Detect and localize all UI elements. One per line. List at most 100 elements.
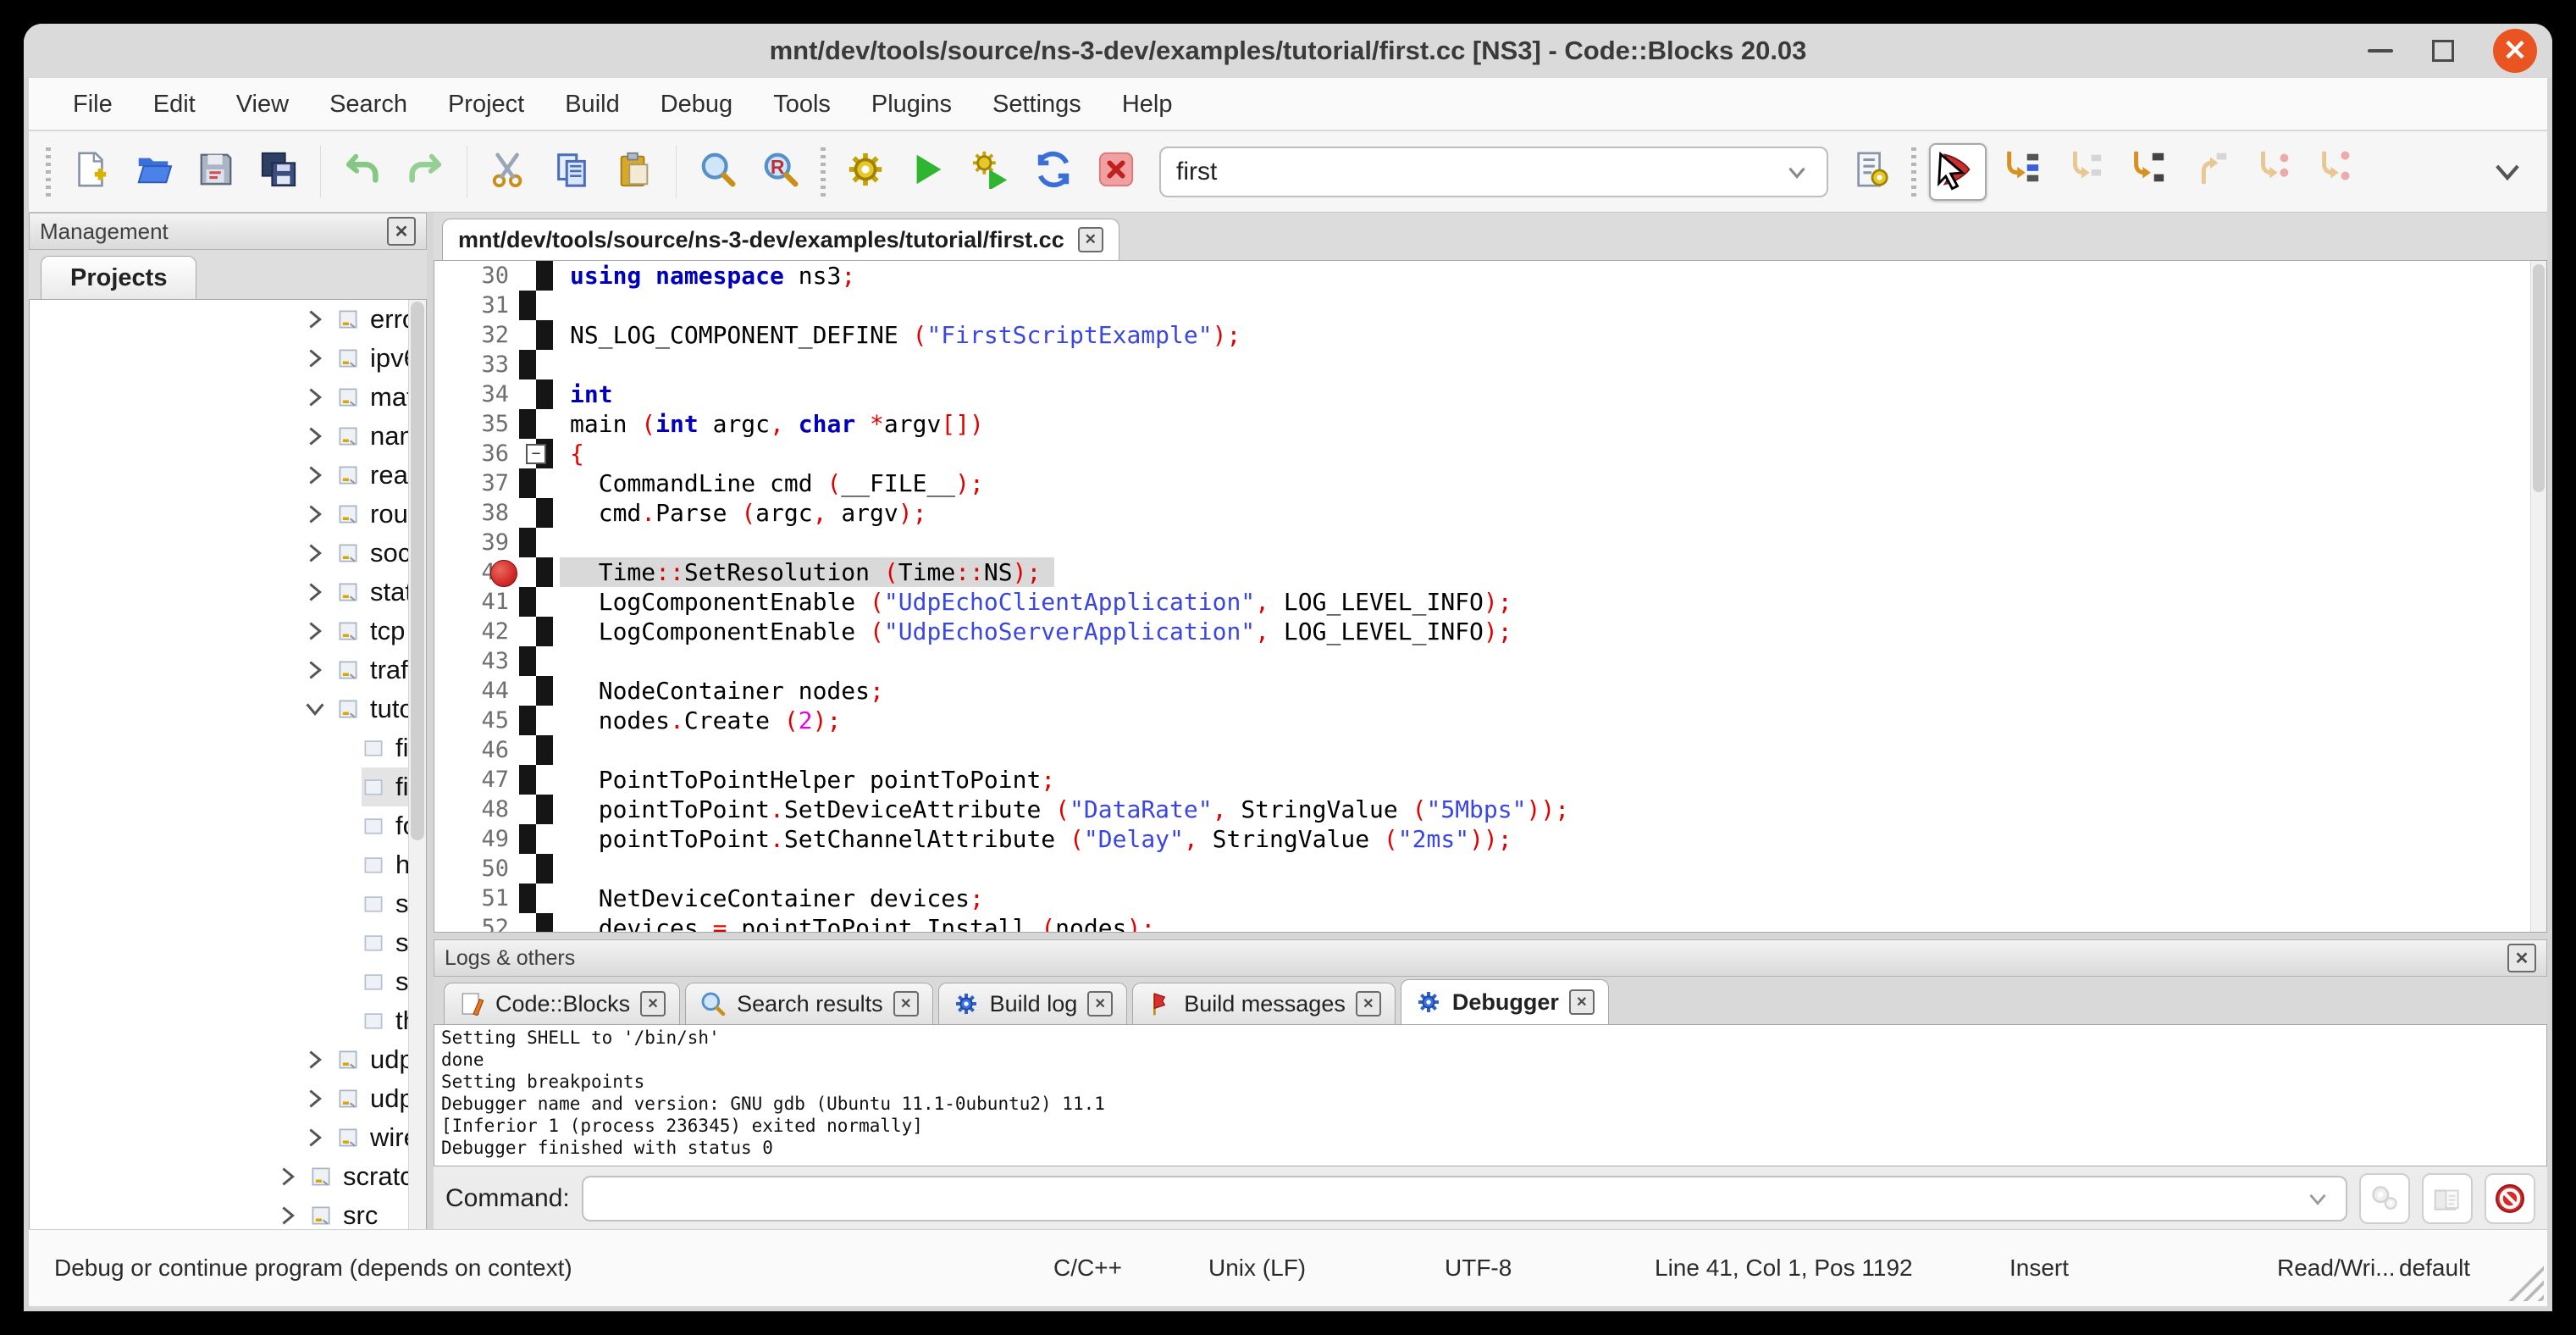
copy-button[interactable] (544, 145, 599, 199)
vertical-splitter[interactable] (427, 213, 434, 1230)
menu-file[interactable]: File (53, 80, 133, 128)
line-number[interactable]: 32 (434, 320, 509, 350)
find-button[interactable] (691, 145, 745, 199)
code-line-50[interactable]: 50 (434, 854, 2546, 884)
chevron-right-icon[interactable] (302, 346, 328, 371)
code-editor[interactable]: 30using namespace ns3;3132NS_LOG_COMPONE… (434, 260, 2547, 933)
tab-close-icon[interactable]: ✕ (893, 991, 919, 1016)
minimize-button[interactable] (2368, 49, 2393, 53)
chevron-right-icon[interactable] (302, 424, 328, 449)
resize-grip[interactable] (2500, 1257, 2544, 1301)
tree-item-src[interactable]: src (30, 1196, 426, 1230)
code-line-41[interactable]: 41 LogComponentEnable ("UdpEchoClientApp… (434, 587, 2546, 617)
tree-item-fir[interactable]: fir (30, 767, 426, 806)
line-number[interactable]: 39 (434, 528, 509, 557)
line-number[interactable]: 33 (434, 350, 509, 379)
step-into-instruction-button[interactable] (2308, 143, 2363, 197)
logs-close-icon[interactable]: ✕ (2507, 944, 2536, 972)
chevron-right-icon[interactable] (302, 307, 328, 332)
step-into-button[interactable] (2120, 143, 2175, 197)
debug-continue-button[interactable] (1929, 143, 1987, 201)
cut-button[interactable] (482, 145, 536, 199)
code-line-44[interactable]: 44 NodeContainer nodes; (434, 676, 2546, 706)
chevron-right-icon[interactable] (302, 540, 328, 566)
menu-tools[interactable]: Tools (753, 80, 851, 128)
tree-item-th[interactable]: th (30, 1001, 426, 1040)
menu-search[interactable]: Search (309, 80, 428, 128)
code-line-43[interactable]: 43 (434, 646, 2546, 676)
chevron-right-icon[interactable] (275, 1203, 301, 1228)
tree-item-erro[interactable]: erro (30, 300, 426, 339)
code-line-33[interactable]: 33 (434, 350, 2546, 379)
tree-item-reall[interactable]: reall (30, 456, 426, 495)
chevron-right-icon[interactable] (302, 657, 328, 683)
toolbar-grip[interactable] (1911, 147, 1916, 197)
code-line-37[interactable]: 37 CommandLine cmd (__FILE__); (434, 468, 2546, 498)
tree-item-se[interactable]: se (30, 884, 426, 923)
tree-item-fo[interactable]: fo (30, 806, 426, 845)
code-line-32[interactable]: 32NS_LOG_COMPONENT_DEFINE ("FirstScriptE… (434, 320, 2546, 350)
tree-item-fif[interactable]: fif (30, 728, 426, 767)
line-number[interactable]: 47 (434, 765, 509, 795)
command-input[interactable] (582, 1176, 2347, 1221)
code-line-51[interactable]: 51 NetDeviceContainer devices; (434, 884, 2546, 913)
chevron-right-icon[interactable] (302, 1047, 328, 1072)
log-tab-search-results[interactable]: Search results✕ (685, 983, 933, 1024)
build-button[interactable] (838, 145, 893, 199)
tree-item-mat[interactable]: mat (30, 378, 426, 417)
line-number[interactable]: 37 (434, 468, 509, 498)
editor-tab-first-cc[interactable]: mnt/dev/tools/source/ns-3-dev/examples/t… (442, 219, 1119, 260)
code-line-39[interactable]: 39 (434, 528, 2546, 557)
log-tab-debugger[interactable]: Debugger✕ (1401, 979, 1609, 1024)
code-line-40[interactable]: 40 Time::SetResolution (Time::NS); (434, 557, 2546, 587)
menu-plugins[interactable]: Plugins (851, 80, 972, 128)
line-number[interactable]: 51 (434, 884, 509, 913)
tree-scrollbar[interactable] (408, 300, 426, 1229)
code-line-36[interactable]: 36{ (434, 439, 2546, 468)
code-line-45[interactable]: 45 nodes.Create (2); (434, 706, 2546, 735)
step-out-button[interactable] (2183, 143, 2237, 197)
tab-close-icon[interactable]: ✕ (1569, 989, 1595, 1015)
next-instruction-button[interactable] (2246, 143, 2300, 197)
tree-item-wire[interactable]: wire (30, 1118, 426, 1157)
line-number[interactable]: 41 (434, 587, 509, 617)
code-line-47[interactable]: 47 PointToPointHelper pointToPoint; (434, 765, 2546, 795)
menu-build[interactable]: Build (544, 80, 640, 128)
code-line-46[interactable]: 46 (434, 735, 2546, 765)
tree-item-se[interactable]: se (30, 923, 426, 962)
tree-item-six[interactable]: six (30, 962, 426, 1001)
code-line-48[interactable]: 48 pointToPoint.SetDeviceAttribute ("Dat… (434, 795, 2546, 824)
toolbar-grip[interactable] (46, 147, 51, 197)
chevron-down-icon[interactable] (302, 696, 328, 722)
chevron-right-icon[interactable] (302, 579, 328, 605)
tree-item-tcp[interactable]: tcp (30, 612, 426, 651)
line-number[interactable]: 49 (434, 824, 509, 854)
chevron-right-icon[interactable] (302, 385, 328, 410)
code-line-34[interactable]: 34int (434, 379, 2546, 409)
chevron-right-icon[interactable] (302, 463, 328, 488)
copy-log-button[interactable] (2422, 1173, 2473, 1224)
editor-scrollbar[interactable] (2530, 261, 2546, 932)
line-number[interactable]: 34 (434, 379, 509, 409)
new-file-button[interactable] (64, 145, 118, 199)
editor-tab-close-icon[interactable]: ✕ (1078, 227, 1103, 252)
tab-close-icon[interactable]: ✕ (1087, 991, 1113, 1016)
log-tab-build-messages[interactable]: Build messages✕ (1132, 983, 1396, 1024)
select-target-button[interactable] (1844, 145, 1899, 199)
chevron-right-icon[interactable] (302, 1086, 328, 1111)
breakpoint-icon[interactable] (490, 560, 517, 587)
tree-item-udp-[interactable]: udp- (30, 1079, 426, 1118)
code-line-31[interactable]: 31 (434, 291, 2546, 320)
replace-button[interactable]: R (754, 145, 808, 199)
chevron-right-icon[interactable] (302, 1125, 328, 1150)
chevron-right-icon[interactable] (302, 501, 328, 527)
save-all-button[interactable] (252, 145, 306, 199)
code-line-42[interactable]: 42 LogComponentEnable ("UdpEchoServerApp… (434, 617, 2546, 646)
line-number[interactable]: 50 (434, 854, 509, 884)
run-to-cursor-button[interactable] (1995, 143, 2049, 197)
line-number[interactable]: 30 (434, 261, 509, 291)
tree-item-sock[interactable]: sock (30, 534, 426, 573)
line-number[interactable]: 45 (434, 706, 509, 735)
build-target-combobox[interactable]: first (1159, 147, 1828, 197)
tree-item-trafl[interactable]: trafl (30, 651, 426, 690)
